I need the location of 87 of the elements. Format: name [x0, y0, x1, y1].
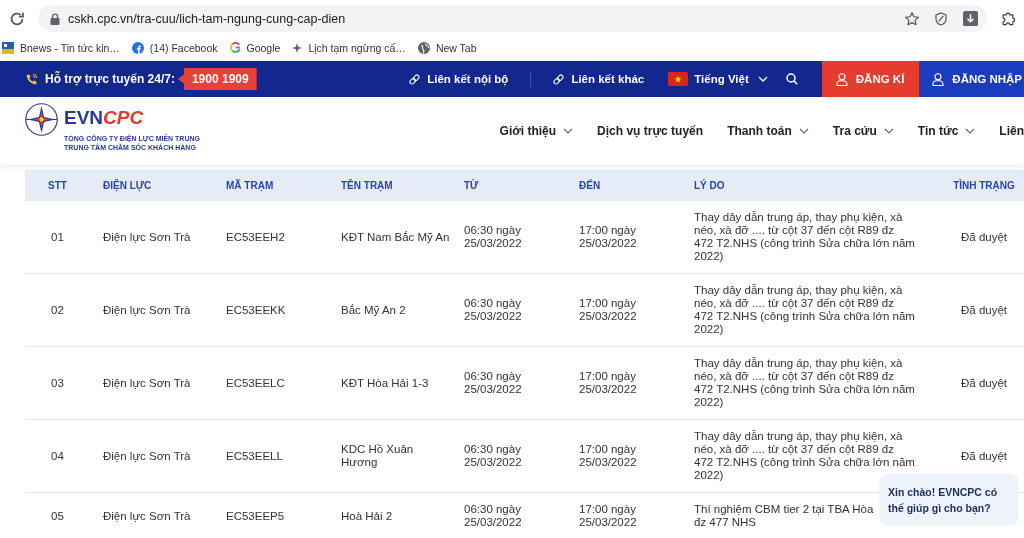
table-cell: Điện lực Sơn Trà [103, 449, 191, 463]
caret-icon [757, 76, 768, 82]
table-cell: EC53EELC [226, 376, 285, 390]
bookmark-item[interactable]: (14) Facebook [131, 41, 218, 54]
puzzle-icon[interactable] [1001, 11, 1015, 26]
user-icon [932, 72, 945, 86]
lock-icon [50, 12, 60, 25]
globe-icon [417, 41, 430, 54]
register-button[interactable]: ĐĂNG KÍ [821, 61, 920, 97]
table-cell: EC53EELL [226, 449, 283, 463]
table-cell: EC53EEP5 [226, 509, 285, 523]
table-cell-text: 06:30 ngày 25/03/2022 [464, 443, 523, 469]
column-header: LÝ DO [693, 180, 726, 191]
table-cell: Điện lực Sơn Trà [103, 376, 191, 390]
table-cell: Điện lực Sơn Trà [103, 230, 191, 244]
url-text: cskh.cpc.vn/tra-cuu/lich-tam-ngung-cung-cap-dien [68, 11, 346, 26]
table-cell: KĐT Hòa Hải 1-3 [341, 376, 429, 390]
table-cell-text: 17:00 ngày 25/03/2022 [579, 224, 638, 250]
flag-icon [668, 72, 689, 86]
phone-icon [25, 72, 38, 86]
column-header: MÃ TRẠM [225, 180, 275, 191]
star-emblem-icon[interactable] [25, 103, 58, 136]
table-cell-text: 17:00 ngày 25/03/2022 [579, 503, 638, 529]
table-cell: 01 [51, 230, 64, 244]
table-cell: 05 [51, 509, 64, 523]
nav-item[interactable]: Thanh toán [727, 124, 809, 138]
nav-item[interactable]: Dịch vụ trực tuyến [597, 124, 704, 138]
table-cell-text: 17:00 ngày 25/03/2022 [579, 297, 638, 323]
table-cell: 03 [51, 376, 64, 390]
search-icon[interactable] [785, 73, 798, 85]
column-header: TÊN TRẠM [340, 180, 394, 191]
column-header: ĐIỆN LỰC [102, 180, 153, 191]
compass-star-icon [292, 42, 303, 53]
table-cell: Đã duyệt [961, 303, 1007, 317]
g-logo-icon [229, 42, 241, 53]
table-cell: EC53EEKK [226, 303, 286, 317]
table-cell: Điện lực Sơn Trà [103, 509, 191, 523]
table-cell: Bắc Mỹ An 2 [341, 303, 406, 317]
reload-icon[interactable] [10, 11, 24, 26]
link-icon [409, 73, 421, 85]
top-link[interactable]: Liên kết khác [553, 73, 645, 85]
download-icon[interactable] [963, 11, 978, 26]
table-cell: Đã duyệt [961, 449, 1007, 463]
bookmark-item[interactable]: Bnews - Tin tức kin… [2, 41, 120, 54]
bookmark-item[interactable]: New Tab [417, 41, 477, 54]
language-selector[interactable]: Tiếng Việt [668, 72, 768, 86]
star-icon[interactable] [905, 11, 919, 26]
table-cell-text: 06:30 ngày 25/03/2022 [464, 503, 523, 529]
table-cell: Đã duyệt [961, 376, 1007, 390]
table-cell: KĐT Nam Bắc Mỹ An [341, 230, 450, 244]
column-header: TỪ [463, 180, 480, 191]
table-cell-text: 17:00 ngày 25/03/2022 [579, 370, 638, 396]
shield-icon[interactable] [935, 11, 947, 26]
table-cell: Thí nghiệm CBM tier 2 tại TBA Hòa đz 477 NHS [694, 503, 874, 529]
table-cell: Điện lực Sơn Trà [103, 303, 191, 317]
nav-item[interactable]: Tra cứu [832, 124, 894, 138]
table-cell: Đã duyệt [961, 230, 1007, 244]
table-cell: 04 [51, 449, 64, 463]
table-cell-text: 06:30 ngày 25/03/2022 [464, 370, 523, 396]
chat-bubble[interactable]: Xin chào! EVNCPC có thế giúp gì cho bạn? [880, 474, 1018, 524]
nav-item[interactable]: Liên [999, 124, 1024, 138]
table-cell-text: 06:30 ngày 25/03/2022 [464, 297, 523, 323]
hotline-badge[interactable]: 1900 1909 [177, 68, 257, 90]
bookmark-item[interactable]: Lịch tạm ngừng cấ… [292, 41, 406, 54]
column-header: TÌNH TRẠNG [953, 180, 1015, 191]
nav-item[interactable]: Tin tức [917, 124, 976, 138]
nav-item[interactable]: Giới thiệu [499, 124, 574, 138]
table-cell: 02 [51, 303, 64, 317]
table-cell-text: 06:30 ngày 25/03/2022 [464, 224, 523, 250]
column-header: STT [48, 180, 67, 191]
user-icon [835, 72, 848, 86]
brand-wordmark[interactable]: EVNCPC [64, 107, 144, 129]
top-link[interactable]: Liên kết nội bộ [409, 73, 509, 85]
address-bar[interactable]: cskh.cpc.vn/tra-cuu/lich-tam-ngung-cung-cap-dien [38, 5, 987, 32]
link-icon [553, 73, 565, 85]
table-cell: Thay dây dẫn trung áp, thay phụ kiện, xà néo, xà đỡ .... từ cột 37 đến cột R89 đz 472 T2.NHS (công trình Sửa chữa lớn năm 2022) [694, 357, 915, 409]
bookmark-item[interactable]: Google [229, 41, 281, 54]
support-label: Hỗ trợ trực tuyến 24/7: [45, 72, 175, 86]
table-cell: Hoà Hải 2 [341, 509, 393, 523]
f-circle-icon [131, 41, 144, 54]
column-header: ĐẾN [578, 180, 602, 191]
table-cell-text: 17:00 ngày 25/03/2022 [579, 443, 638, 469]
login-button[interactable]: ĐĂNG NHẬP [919, 61, 1024, 97]
table-cell: Thay dây dẫn trung áp, thay phụ kiện, xà néo, xà đỡ .... từ cột 37 đến cột R89 đz 472 T2.NHS (công trình Sửa chữa lớn năm 2022) [694, 211, 915, 263]
table-cell: EC53EEH2 [226, 230, 285, 244]
table-cell: Thay dây dẫn trung áp, thay phụ kiện, xà néo, xà đỡ .... từ cột 37 đến cột R89 đz 472 T2.NHS (công trình Sửa chữa lớn năm 2022) [694, 284, 915, 336]
table-cell-text: KDC Hồ Xuân Hương [341, 443, 415, 469]
